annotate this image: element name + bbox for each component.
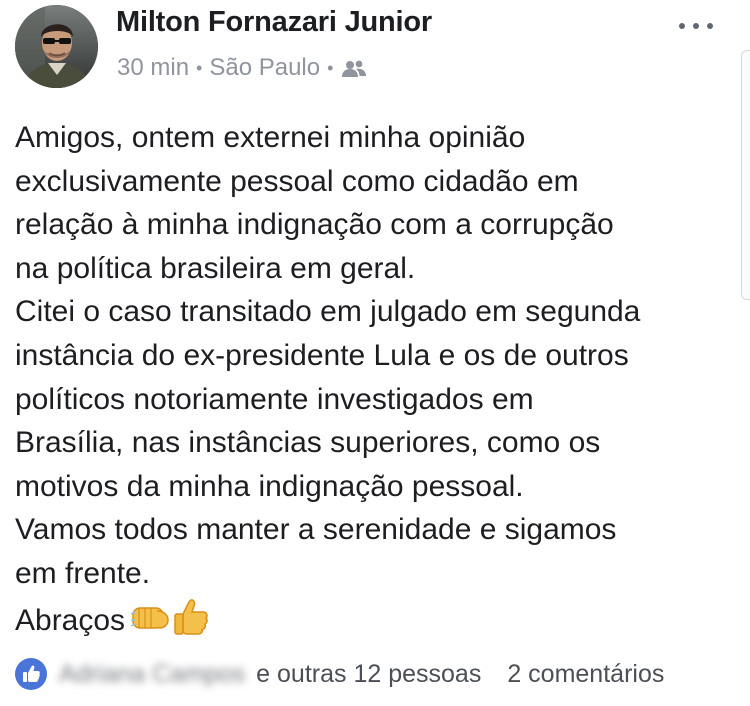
post-text-closing-line: Abraços bbox=[15, 596, 735, 649]
post-meta: 30 min • São Paulo • bbox=[117, 54, 367, 82]
more-options-icon[interactable] bbox=[676, 14, 716, 38]
post-text-line: em frente. bbox=[15, 556, 151, 590]
fist-bump-emoji-icon bbox=[130, 606, 169, 629]
post-text-line: políticos notoriamente investigados em bbox=[15, 382, 534, 416]
post-text: Amigos, ontem externei minha opinião exc… bbox=[15, 116, 735, 648]
post-time[interactable]: 30 min bbox=[117, 54, 189, 82]
reactions-summary[interactable]: Adriana Campos e outras 12 pessoas bbox=[59, 660, 481, 689]
post-text-line: Vamos todos manter a serenidade e sigamo… bbox=[15, 513, 617, 547]
post-text-line: Brasília, nas instâncias superiores, com… bbox=[15, 426, 601, 460]
redacted-liker-name: Adriana Campos bbox=[59, 659, 246, 688]
thumbs-up-emoji-icon bbox=[174, 598, 208, 635]
post-text-line: motivos da minha indignação pessoal. bbox=[15, 469, 524, 503]
closing-emojis bbox=[130, 596, 209, 649]
post-text-line: na política brasileira em geral. bbox=[15, 251, 416, 285]
like-icon[interactable] bbox=[15, 658, 47, 690]
post-text-line: Abraços bbox=[15, 603, 126, 637]
friends-icon[interactable] bbox=[342, 58, 367, 78]
post-text-line: Amigos, ontem externei minha opinião bbox=[15, 121, 526, 154]
author-name[interactable]: Milton Fornazari Junior bbox=[116, 6, 432, 39]
meta-separator: • bbox=[327, 57, 334, 78]
author-avatar[interactable] bbox=[15, 5, 98, 88]
post-text-line: instância do ex-presidente Lula e os de … bbox=[15, 338, 629, 372]
avatar-photo bbox=[15, 5, 98, 88]
post-text-line: exclusivamente pessoal como cidadão em bbox=[15, 164, 579, 198]
post-text-line: Citei o caso transitado em julgado em se… bbox=[15, 295, 641, 329]
meta-separator: • bbox=[196, 57, 203, 78]
comments-count-link[interactable]: 2 comentários bbox=[507, 660, 664, 689]
scrollbar[interactable] bbox=[741, 50, 750, 300]
reactions-bar: Adriana Campos e outras 12 pessoas 2 com… bbox=[15, 652, 740, 696]
post-text-line: relação à minha indignação com a corrupç… bbox=[15, 208, 614, 242]
post-location[interactable]: São Paulo bbox=[209, 54, 320, 82]
post-card: Milton Fornazari Junior 30 min • São Pau… bbox=[0, 0, 750, 706]
reactions-count: e outras 12 pessoas bbox=[256, 659, 482, 688]
